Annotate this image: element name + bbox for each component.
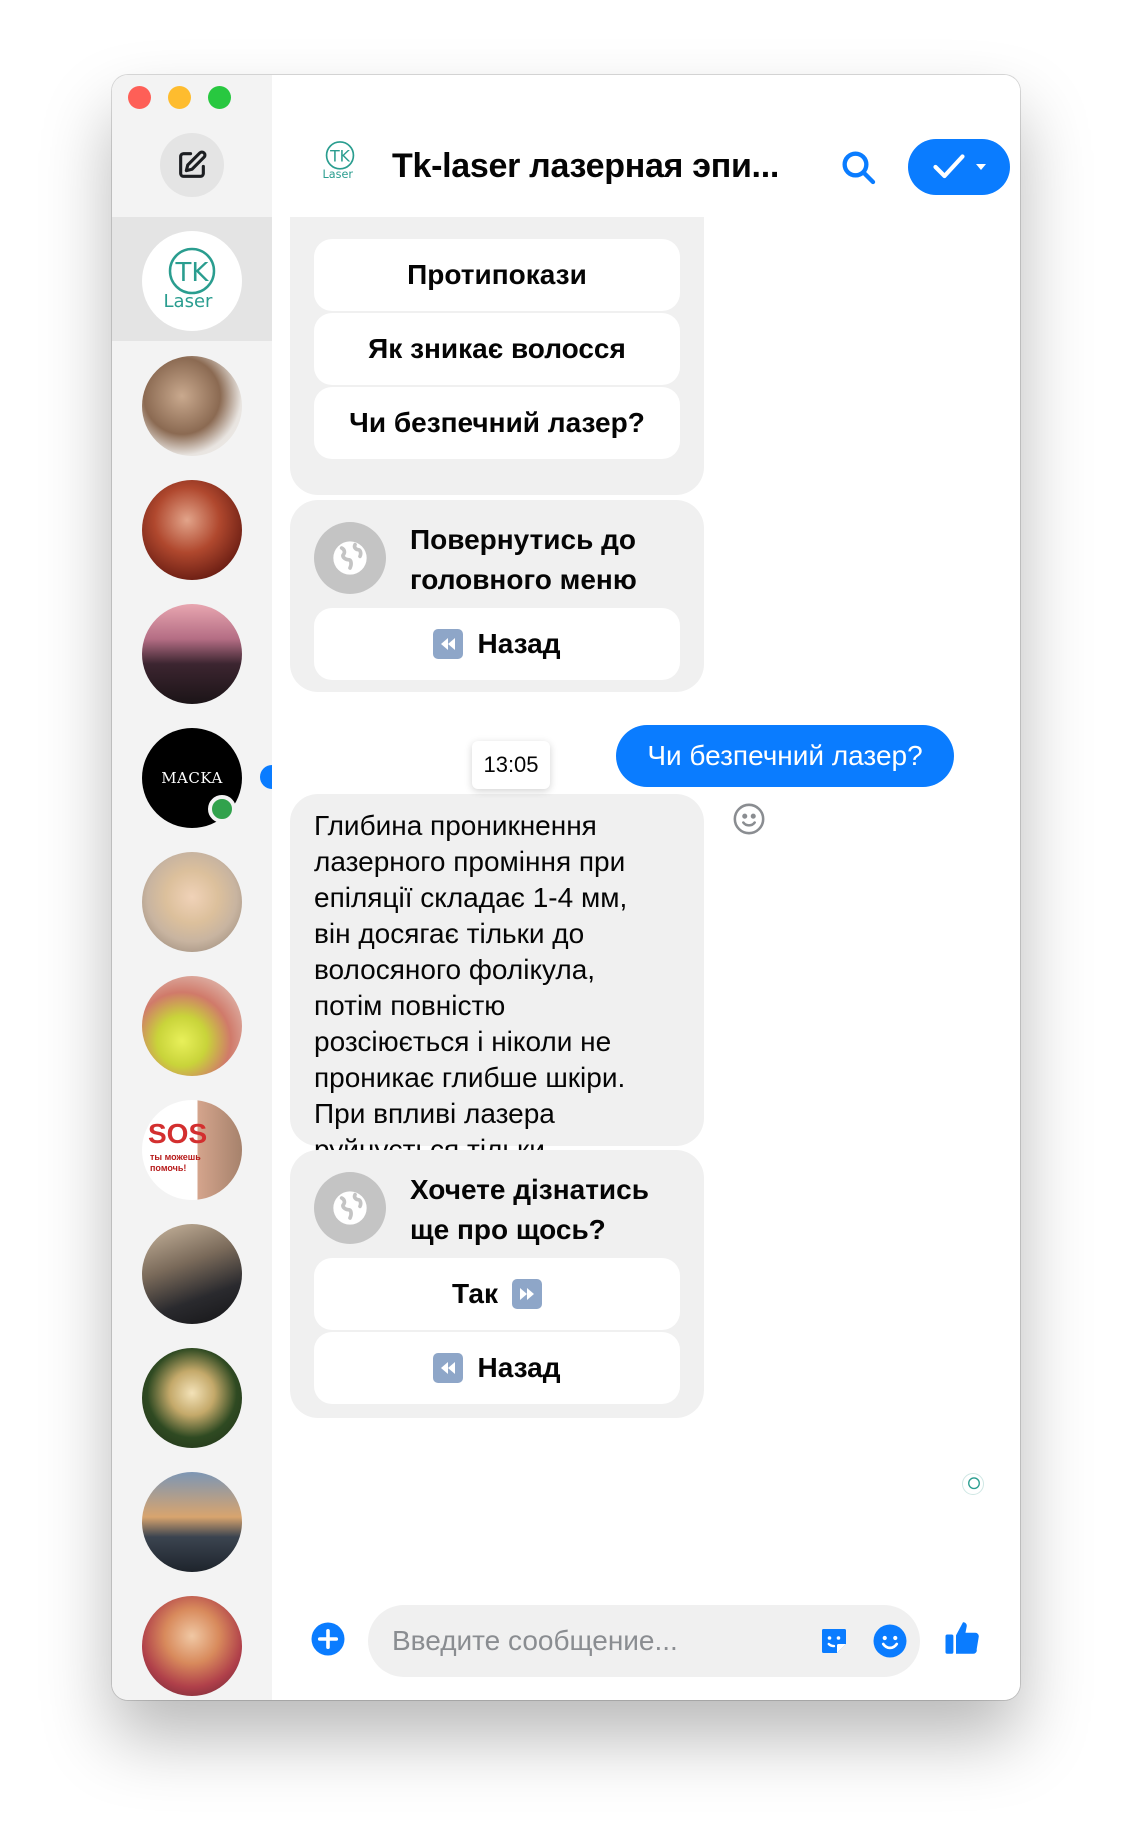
card-more-text: Хочете дізнатись ще про щось? <box>410 1174 649 1245</box>
checkmark-icon <box>933 154 965 179</box>
card-return-text: Повернутись до головного меню <box>410 524 637 595</box>
incoming-message-text: Глибина проникнення лазерного проміння п… <box>314 810 628 1201</box>
emoji-icon <box>873 1624 907 1658</box>
quick-reply-laser-safety[interactable]: Чи безпечний лазер? <box>314 387 680 459</box>
sticker-icon <box>822 1629 846 1653</box>
sidebar-logo-sub: Laser <box>164 291 214 312</box>
quick-replies-group: Протипокази Як зникає волосся Чи безпечн… <box>290 217 704 495</box>
conversation-avatar-7[interactable] <box>142 976 242 1076</box>
quick-reply-contraindications[interactable]: Протипокази <box>314 239 680 311</box>
sidebar-logo-main: TK <box>175 258 210 288</box>
globe-icon <box>314 1172 386 1244</box>
conversation-avatar-4[interactable] <box>142 604 242 704</box>
conversation-avatar-3[interactable] <box>142 480 242 580</box>
compose-icon <box>179 150 207 178</box>
macka-label: MACKA <box>161 769 223 787</box>
online-status-dot <box>208 795 236 823</box>
quick-reply-hair-removal[interactable]: Як зникає волосся <box>314 313 680 385</box>
conversation-avatar-6[interactable] <box>142 852 242 952</box>
sticker-button[interactable] <box>816 1623 852 1659</box>
conversation-avatar-10[interactable] <box>142 1348 242 1448</box>
zoom-window-button[interactable] <box>208 86 231 109</box>
fast-forward-icon <box>512 1279 542 1309</box>
tk-laser-logo-icon: TK Laser <box>323 141 355 181</box>
message-composer <box>272 1587 1020 1700</box>
outgoing-message[interactable]: Чи безпечний лазер? <box>616 725 954 787</box>
sos-sublabel: ты можешь помочь! <box>150 1152 201 1173</box>
emoji-button[interactable] <box>872 1623 908 1659</box>
chat-header: TK Laser Tk-laser лазерная эпи... <box>272 75 1020 217</box>
search-icon <box>842 151 876 185</box>
conversation-avatar-12[interactable] <box>142 1596 242 1696</box>
conversation-avatar-tk-laser[interactable]: TK Laser <box>142 231 242 331</box>
search-button[interactable] <box>838 147 878 187</box>
conversation-avatar-2[interactable] <box>142 356 242 456</box>
new-message-button[interactable] <box>160 133 224 197</box>
message-timestamp-tooltip: 13:05 <box>472 741 550 789</box>
header-avatar[interactable]: TK Laser <box>312 133 368 189</box>
back-button[interactable]: Назад <box>314 1332 680 1404</box>
rewind-icon <box>433 1353 464 1383</box>
react-button[interactable] <box>732 802 766 836</box>
messenger-window: TK Laser MACKA SOS ты можешь помочь! TK … <box>112 75 1020 1700</box>
yes-button[interactable]: Так <box>314 1258 680 1330</box>
read-receipt-avatar <box>962 1473 984 1495</box>
back-label: Назад <box>477 628 561 659</box>
back-label: Назад <box>477 1352 561 1383</box>
incoming-message[interactable]: Глибина проникнення лазерного проміння п… <box>290 794 704 1201</box>
rewind-icon <box>433 629 464 659</box>
close-window-button[interactable] <box>128 86 151 109</box>
sos-label: SOS <box>148 1118 208 1149</box>
conversation-avatar-11[interactable] <box>142 1472 242 1572</box>
like-button[interactable] <box>942 1617 984 1659</box>
caret-down-icon <box>976 164 986 170</box>
chat-title[interactable]: Tk-laser лазерная эпи... <box>392 147 812 186</box>
yes-label: Так <box>452 1278 498 1309</box>
back-button[interactable]: Назад <box>314 608 680 680</box>
add-attachment-button[interactable] <box>310 1621 346 1657</box>
menu-card-return: Повернутись до головного меню Назад <box>290 500 704 692</box>
globe-icon <box>314 522 386 594</box>
menu-card-more: Хочете дізнатись ще про щось? Так Назад <box>290 1150 704 1418</box>
thumbs-up-icon <box>945 1622 979 1654</box>
mark-done-button[interactable] <box>908 139 1010 195</box>
message-input-wrapper <box>368 1605 920 1677</box>
plus-circle-icon <box>311 1622 345 1656</box>
conversation-avatar-sos[interactable]: SOS ты можешь помочь! <box>142 1100 242 1200</box>
message-thread: Протипокази Як зникає волосся Чи безпечн… <box>272 217 1020 1587</box>
header-logo-main: TK <box>329 147 351 166</box>
conversation-sidebar: TK Laser MACKA SOS ты можешь помочь! <box>112 75 272 1700</box>
header-logo-sub: Laser <box>323 168 354 181</box>
smiley-icon <box>733 803 765 835</box>
tk-laser-logo-icon: TK Laser <box>164 247 216 312</box>
conversation-avatar-9[interactable] <box>142 1224 242 1324</box>
message-input[interactable] <box>392 1605 792 1677</box>
minimize-window-button[interactable] <box>168 86 191 109</box>
